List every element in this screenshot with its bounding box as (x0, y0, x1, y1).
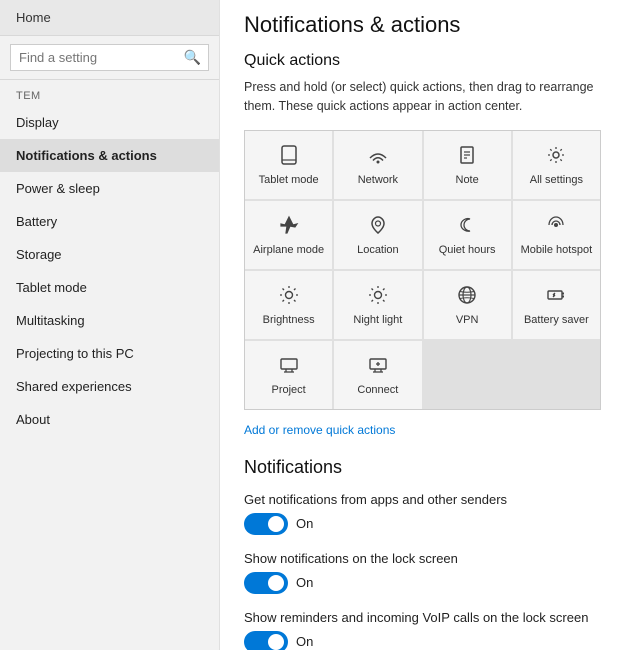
sidebar-section-label: tem (0, 80, 219, 106)
sidebar-item-power[interactable]: Power & sleep (0, 172, 219, 205)
brightness-icon (279, 285, 299, 308)
quiet-hours-icon (457, 215, 477, 238)
toggle-text-lock-screen-notifications: On (296, 575, 313, 590)
tablet-mode-icon (279, 145, 299, 168)
qa-cell-night-light[interactable]: Night light (334, 271, 421, 339)
qa-label-network: Network (358, 174, 398, 186)
qa-label-location: Location (357, 244, 399, 256)
qa-cell-quiet-hours[interactable]: Quiet hours (424, 201, 511, 269)
sidebar-item-tablet[interactable]: Tablet mode (0, 271, 219, 304)
qa-cell-project[interactable]: Project (245, 341, 332, 409)
sidebar-item-shared[interactable]: Shared experiences (0, 370, 219, 403)
toggle-voip-lock-screen[interactable] (244, 631, 288, 650)
sidebar-item-projecting[interactable]: Projecting to this PC (0, 337, 219, 370)
search-icon: 🔍 (184, 49, 201, 66)
network-icon (368, 145, 388, 168)
qa-label-brightness: Brightness (263, 314, 315, 326)
qa-cell-note[interactable]: Note (424, 131, 511, 199)
toggle-get-notifications[interactable] (244, 513, 288, 535)
night-light-icon (368, 285, 388, 308)
qa-cell-tablet-mode[interactable]: Tablet mode (245, 131, 332, 199)
sidebar-home[interactable]: Home (0, 0, 219, 36)
notifications-list: Get notifications from apps and other se… (244, 492, 601, 650)
note-icon (457, 145, 477, 168)
qa-cell-network[interactable]: Network (334, 131, 421, 199)
sidebar-items-container: DisplayNotifications & actionsPower & sl… (0, 106, 219, 436)
qa-cell-location[interactable]: Location (334, 201, 421, 269)
qa-cell-all-settings[interactable]: All settings (513, 131, 600, 199)
mobile-hotspot-icon (546, 215, 566, 238)
qa-cell-vpn[interactable]: VPN (424, 271, 511, 339)
location-icon (368, 215, 388, 238)
notif-label-get-notifications: Get notifications from apps and other se… (244, 492, 601, 507)
qa-label-note: Note (456, 174, 479, 186)
toggle-text-voip-lock-screen: On (296, 634, 313, 649)
quick-actions-description: Press and hold (or select) quick actions… (244, 78, 601, 116)
qa-cell-airplane-mode[interactable]: Airplane mode (245, 201, 332, 269)
notif-row-voip-lock-screen: Show reminders and incoming VoIP calls o… (244, 610, 601, 650)
all-settings-icon (546, 145, 566, 168)
toggle-row-lock-screen-notifications: On (244, 572, 601, 594)
qa-label-battery-saver: Battery saver (524, 314, 589, 326)
page-title: Notifications & actions (244, 12, 601, 38)
battery-saver-icon (546, 285, 566, 308)
qa-label-mobile-hotspot: Mobile hotspot (521, 244, 593, 256)
qa-cell-battery-saver[interactable]: Battery saver (513, 271, 600, 339)
qa-label-airplane-mode: Airplane mode (253, 244, 324, 256)
notif-row-get-notifications: Get notifications from apps and other se… (244, 492, 601, 535)
sidebar-item-notifications[interactable]: Notifications & actions (0, 139, 219, 172)
qa-label-quiet-hours: Quiet hours (439, 244, 496, 256)
notif-row-lock-screen-notifications: Show notifications on the lock screen On (244, 551, 601, 594)
sidebar-item-multitasking[interactable]: Multitasking (0, 304, 219, 337)
toggle-lock-screen-notifications[interactable] (244, 572, 288, 594)
qa-label-tablet-mode: Tablet mode (259, 174, 319, 186)
main-content: Notifications & actions Quick actions Pr… (220, 0, 625, 650)
notifications-title: Notifications (244, 457, 601, 478)
home-label: Home (16, 10, 51, 25)
qa-label-connect: Connect (357, 384, 398, 396)
vpn-icon (457, 285, 477, 308)
toggle-row-get-notifications: On (244, 513, 601, 535)
sidebar-item-storage[interactable]: Storage (0, 238, 219, 271)
connect-icon (368, 355, 388, 378)
toggle-text-get-notifications: On (296, 516, 313, 531)
add-remove-link[interactable]: Add or remove quick actions (244, 423, 395, 437)
sidebar-item-battery[interactable]: Battery (0, 205, 219, 238)
toggle-row-voip-lock-screen: On (244, 631, 601, 650)
qa-label-project: Project (272, 384, 306, 396)
sidebar-item-display[interactable]: Display (0, 106, 219, 139)
sidebar-item-about[interactable]: About (0, 403, 219, 436)
project-icon (279, 355, 299, 378)
qa-label-vpn: VPN (456, 314, 479, 326)
quick-actions-title: Quick actions (244, 52, 601, 70)
qa-cell-mobile-hotspot[interactable]: Mobile hotspot (513, 201, 600, 269)
airplane-mode-icon (279, 215, 299, 238)
qa-cell-brightness[interactable]: Brightness (245, 271, 332, 339)
qa-label-all-settings: All settings (530, 174, 583, 186)
notif-label-voip-lock-screen: Show reminders and incoming VoIP calls o… (244, 610, 601, 625)
sidebar: Home 🔍 tem DisplayNotifications & action… (0, 0, 220, 650)
search-input[interactable] (10, 44, 209, 71)
quick-actions-grid: Tablet mode Network Note All settings Airpla… (244, 130, 601, 410)
notif-label-lock-screen-notifications: Show notifications on the lock screen (244, 551, 601, 566)
qa-cell-connect[interactable]: Connect (334, 341, 421, 409)
qa-label-night-light: Night light (353, 314, 402, 326)
sidebar-search-container: 🔍 (0, 36, 219, 80)
